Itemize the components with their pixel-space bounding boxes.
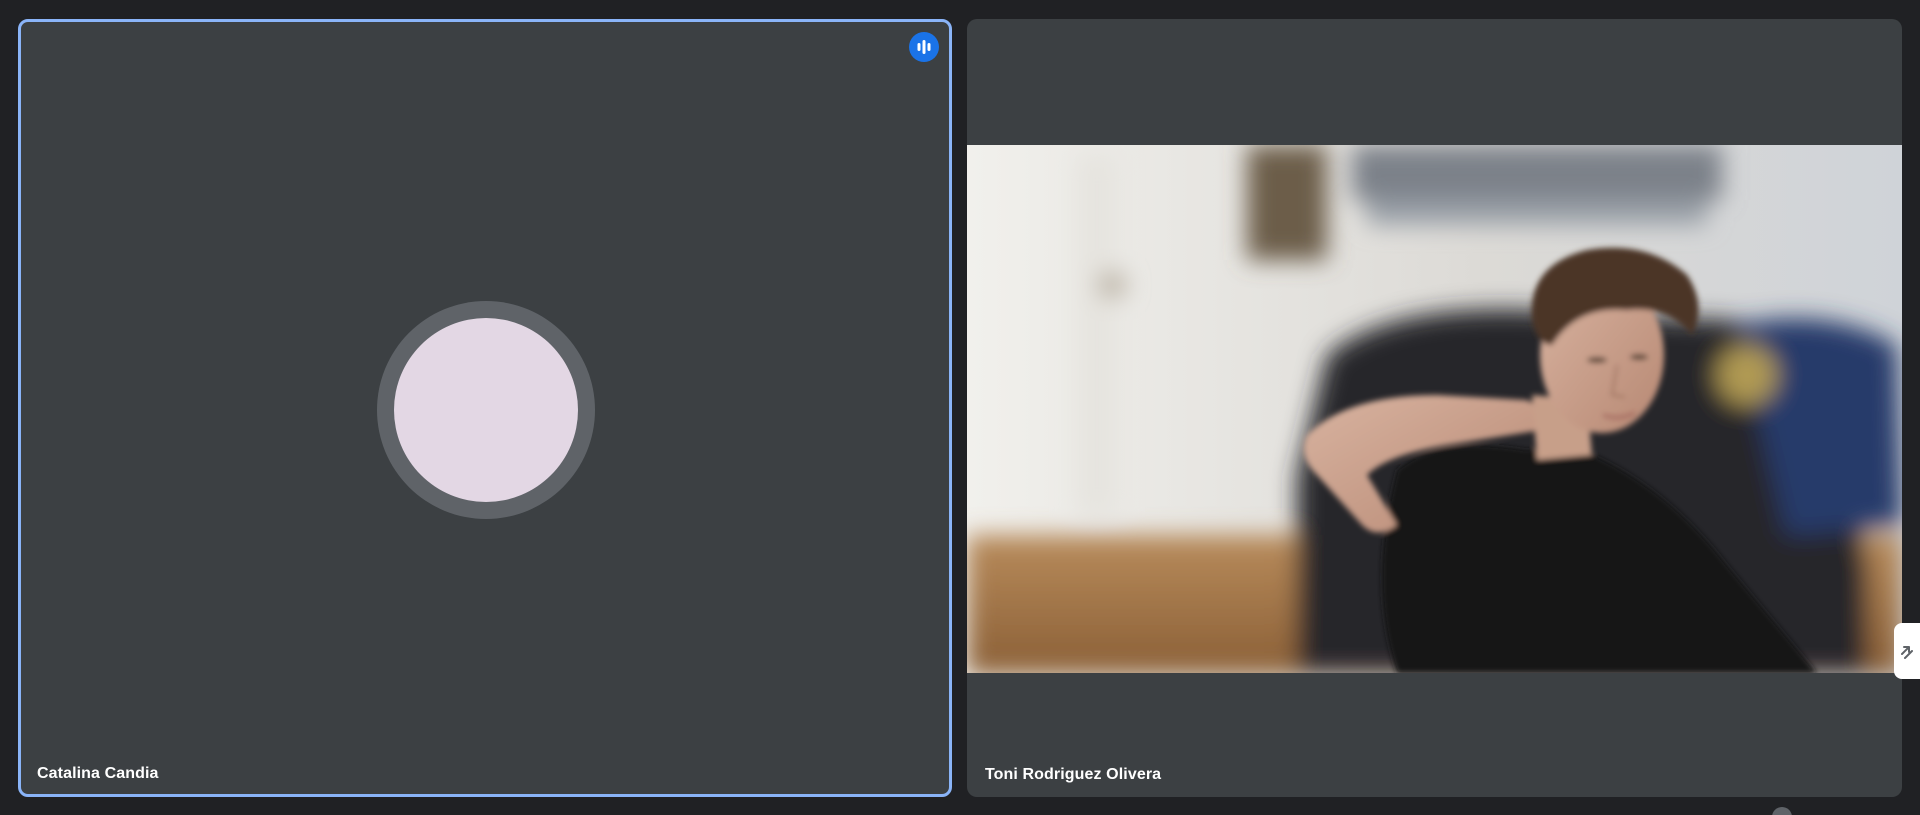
participant-name-label: Catalina Candia	[37, 765, 159, 782]
participant-tile-catalina[interactable]: Catalina Candia	[18, 19, 952, 797]
participant-tile-toni[interactable]: Toni Rodriguez Olivera	[967, 19, 1902, 797]
speaking-indicator	[909, 32, 939, 62]
audio-bars-icon	[917, 40, 931, 54]
camera-video-image	[967, 145, 1902, 673]
participant-name-label: Toni Rodriguez Olivera	[985, 766, 1162, 783]
avatar-ring	[377, 301, 595, 519]
overflow-indicator	[1772, 807, 1792, 815]
meeting-stage: Catalina Candia Toni Rodriguez Olivera	[0, 0, 1920, 815]
collapse-arrows-icon	[1901, 646, 1913, 659]
video-feed	[967, 145, 1902, 673]
side-panel-toggle-button[interactable]	[1894, 623, 1920, 679]
avatar	[394, 318, 578, 502]
